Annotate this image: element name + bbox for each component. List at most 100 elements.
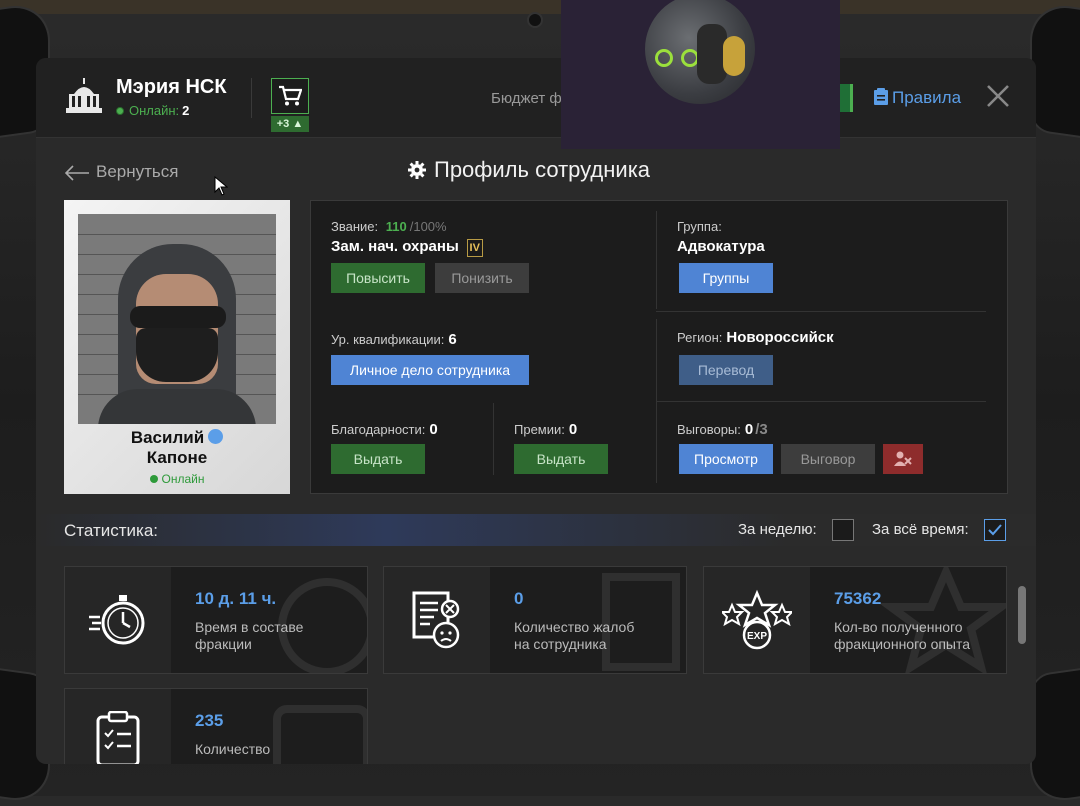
arrow-up-icon: ▲	[292, 118, 304, 130]
webcam-feed	[645, 0, 755, 104]
week-filter-label: За неделю:	[738, 521, 817, 538]
qualification-value: 6	[448, 331, 457, 348]
mouse-cursor-icon	[214, 175, 229, 201]
employee-photo-card: Василий Капоне Онлайн	[64, 200, 290, 494]
promote-button[interactable]: Повысить	[331, 263, 425, 293]
budget-label: Бюджет ф	[491, 90, 562, 107]
group-label: Группа:	[677, 219, 722, 234]
cart-icon	[279, 85, 302, 106]
give-bonus-button[interactable]: Выдать	[514, 444, 608, 474]
divider	[656, 401, 986, 402]
stat-card-experience: EXP 75362 Кол-во полученного фракционного…	[703, 566, 1007, 674]
close-button[interactable]	[986, 84, 1010, 108]
thanks-row: Благодарности: 0	[331, 421, 438, 438]
transfer-button[interactable]: Перевод	[679, 355, 773, 385]
employee-photo	[78, 214, 276, 424]
exp-icon: EXP	[722, 589, 792, 650]
city-hall-icon	[64, 78, 104, 114]
stat-card-count: 235 Количество	[64, 688, 368, 764]
personal-file-button[interactable]: Личное дело сотрудника	[331, 355, 529, 385]
divider	[493, 403, 494, 475]
clipboard-icon	[96, 711, 140, 764]
online-count: 2	[182, 103, 190, 118]
demote-button[interactable]: Понизить	[435, 263, 529, 293]
checkmark-icon	[988, 524, 1002, 536]
page-title-text: Профиль сотрудника	[434, 157, 651, 182]
tablet-screen: Мэрия НСК Онлайн: 2 +3 ▲ Бюджет ф Правила…	[36, 58, 1036, 764]
reprimand-button[interactable]: Выговор	[781, 444, 875, 474]
employee-status-label: Онлайн	[161, 472, 205, 486]
gear-icon	[408, 161, 426, 179]
rank-value: 110	[385, 219, 407, 234]
close-icon	[987, 85, 1009, 107]
reprimand-value: 0	[744, 421, 754, 438]
scrollbar-thumb[interactable]	[1018, 586, 1026, 644]
rank-max: /100%	[409, 219, 447, 234]
position-text: Зам. нач. охраны	[331, 238, 459, 255]
user-remove-icon	[894, 451, 912, 466]
stat-value: 75362	[834, 589, 882, 608]
qualification-label: Ур. квалификации:	[331, 332, 445, 347]
remove-reprimand-button[interactable]	[883, 444, 923, 474]
bonus-value: 0	[568, 421, 578, 438]
online-dot-icon	[149, 475, 158, 483]
view-reprimands-button[interactable]: Просмотр	[679, 444, 773, 474]
reprimand-label: Выговоры:	[677, 422, 741, 437]
thanks-value: 0	[429, 421, 438, 438]
online-status: Онлайн: 2	[116, 103, 189, 118]
cart-badge: +3 ▲	[271, 116, 309, 132]
employee-info-panel: Звание: 110/100% Зам. нач. охраны IV Повы…	[310, 200, 1008, 494]
group-value: Адвокатура	[677, 238, 765, 255]
employee-last-name: Капоне	[146, 448, 208, 467]
week-filter-checkbox[interactable]	[832, 519, 854, 541]
divider	[656, 403, 657, 483]
employee-first-name: Василий	[130, 428, 205, 447]
faction-title: Мэрия НСК	[116, 76, 227, 98]
rank-label: Звание:	[331, 219, 379, 234]
region-label: Регион:	[677, 330, 723, 345]
reprimand-max: /3	[755, 421, 768, 438]
frame-bottom-edge	[0, 796, 1080, 806]
online-label: Онлайн:	[129, 103, 180, 118]
rules-label: Правила	[892, 88, 962, 107]
user-icon	[208, 429, 224, 444]
thanks-label: Благодарности:	[331, 422, 426, 437]
online-dot-icon	[116, 107, 124, 115]
frame-corner	[1030, 0, 1080, 140]
app-header: Мэрия НСК Онлайн: 2 +3 ▲ Бюджет ф Правила	[36, 58, 1036, 138]
give-thanks-button[interactable]: Выдать	[331, 444, 425, 474]
complaint-icon	[412, 591, 460, 649]
stat-value: 0	[514, 589, 524, 608]
stat-card-time: 10 д. 11 ч. Время в составе фракции	[64, 566, 368, 674]
region-row: Регион: Новороссийск	[677, 329, 834, 346]
tablet-camera	[527, 12, 543, 28]
shop-cart-button[interactable]	[271, 78, 309, 114]
divider	[656, 311, 986, 312]
rules-link[interactable]: Правила	[874, 88, 961, 108]
employee-name: Василий Капоне	[64, 428, 290, 468]
rank-row: Звание: 110/100%	[331, 219, 447, 234]
arrow-left-icon	[64, 165, 89, 181]
statistics-header: Статистика: За неделю: За всё время:	[36, 514, 1036, 546]
frame-top-edge	[0, 0, 1080, 14]
cart-badge-label: +3	[276, 118, 290, 130]
bonus-label: Премии:	[514, 422, 565, 437]
position-name: Зам. нач. охраны IV	[331, 238, 483, 257]
divider	[656, 211, 657, 309]
rank-insignia: IV	[466, 239, 483, 257]
back-button[interactable]: Вернуться	[64, 162, 179, 182]
groups-button[interactable]: Группы	[679, 263, 773, 293]
alltime-filter-label: За всё время:	[872, 521, 969, 538]
statistics-title: Статистика:	[64, 521, 159, 540]
svg-text:EXP: EXP	[747, 631, 767, 642]
reprimand-row: Выговоры: 0/3	[677, 421, 768, 438]
webcam-overlay	[561, 0, 840, 149]
back-label: Вернуться	[96, 162, 179, 181]
alltime-filter-checkbox[interactable]	[984, 519, 1006, 541]
header-divider	[251, 78, 252, 118]
stat-card-complaints: 0 Количество жалоб на сотрудника	[383, 566, 687, 674]
stat-value: 235	[195, 711, 224, 730]
region-value: Новороссийск	[726, 329, 834, 346]
qualification-row: Ур. квалификации: 6	[331, 331, 457, 348]
document-icon	[874, 88, 888, 105]
